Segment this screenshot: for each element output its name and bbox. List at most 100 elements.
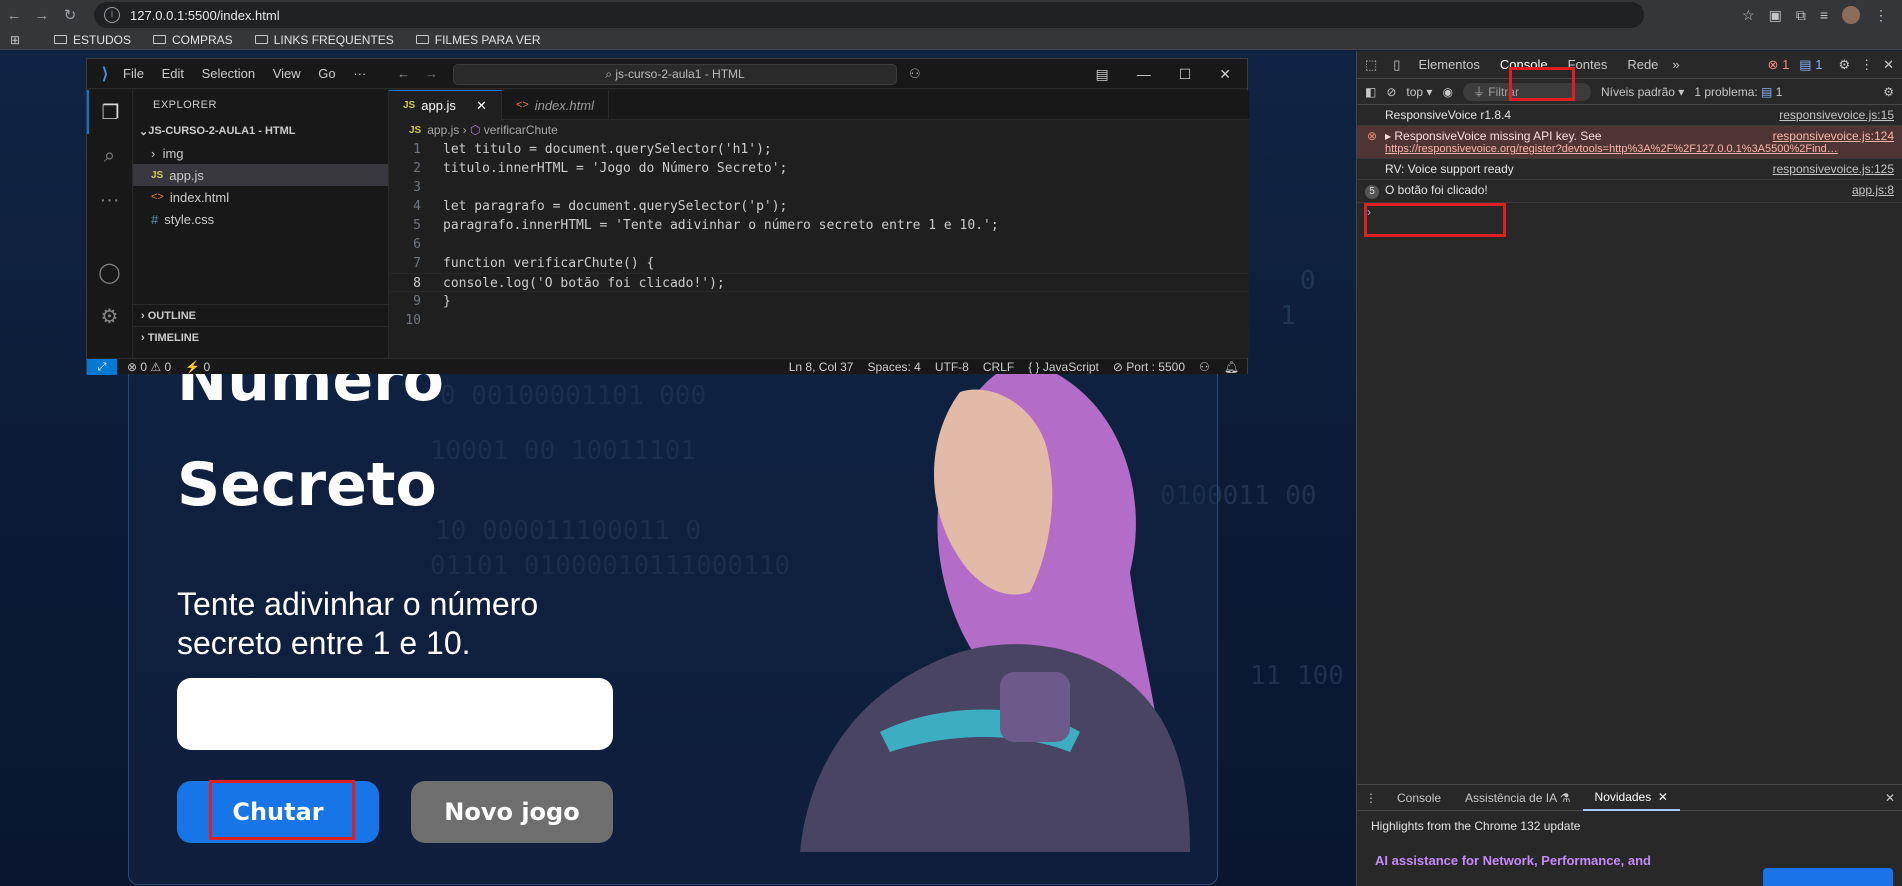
extension-icon[interactable]: ▣	[1769, 7, 1782, 24]
js-file-icon: JS	[151, 169, 164, 181]
avatar[interactable]	[1842, 6, 1860, 24]
encoding[interactable]: UTF-8	[935, 360, 969, 374]
account-icon[interactable]: ◯	[87, 250, 132, 294]
close-tab-icon[interactable]: ✕	[1658, 790, 1668, 804]
close-tab-icon[interactable]: ✕	[476, 98, 487, 114]
kebab-menu-icon[interactable]: ⋮	[1860, 57, 1873, 73]
error-count-icon[interactable]: ⊗ 1	[1768, 57, 1790, 73]
forward-arrow-icon[interactable]: →	[425, 66, 438, 81]
maximize-icon[interactable]: ☐	[1179, 66, 1192, 83]
explorer-icon[interactable]: ❐	[87, 90, 132, 134]
more-tabs-icon[interactable]: »	[1668, 57, 1683, 72]
site-info-icon[interactable]: i	[104, 7, 120, 23]
cursor-position[interactable]: Ln 8, Col 37	[789, 360, 854, 374]
address-bar[interactable]: i 127.0.0.1:5500/index.html	[94, 2, 1644, 28]
gear-icon[interactable]: ⚙	[87, 294, 132, 338]
menu-view[interactable]: View	[273, 66, 301, 81]
browser-actions: ☆ ▣ ⧉ ≡ ⋮	[1742, 0, 1902, 30]
code-editor[interactable]: 1 let titulo = document.querySelector('h1…	[389, 140, 1249, 330]
drawer-tab-ai[interactable]: Assistência de IA ⚗	[1453, 791, 1583, 805]
close-icon[interactable]: ✕	[1883, 57, 1894, 73]
tab-indexhtml[interactable]: <> index.html	[502, 90, 609, 120]
bookmark-folder[interactable]: FILMES PARA VER	[415, 33, 541, 47]
tab-appjs[interactable]: JS app.js ✕	[389, 90, 502, 120]
media-icon[interactable]: ≡	[1820, 7, 1828, 23]
menu-more[interactable]: ···	[353, 66, 366, 81]
layout-icon[interactable]: ▤	[1095, 66, 1108, 83]
source-link[interactable]: responsivevoice.js:124	[1773, 129, 1894, 143]
devtools-panel: ⬚ ▯ Elementos Console Fontes Rede » ⊗ 1 …	[1356, 51, 1902, 886]
inspect-icon[interactable]: ⬚	[1357, 57, 1385, 73]
tab-network[interactable]: Rede	[1617, 51, 1668, 79]
folder-icon	[254, 35, 268, 44]
tree-file-indexhtml[interactable]: <> index.html	[133, 186, 388, 208]
window-controls: ▤ — ☐ ✕	[1095, 59, 1247, 89]
new-game-button[interactable]: Novo jogo	[411, 781, 613, 843]
clear-console-icon[interactable]: ⊘	[1386, 85, 1396, 99]
forward-icon[interactable]: →	[28, 7, 56, 24]
menu-go[interactable]: Go	[318, 66, 335, 81]
menu-icon[interactable]: ⋮	[1874, 7, 1888, 24]
gear-icon[interactable]: ⚙	[1838, 57, 1850, 73]
device-icon[interactable]: ▯	[1385, 57, 1408, 73]
source-link[interactable]: app.js:8	[1852, 183, 1894, 199]
copilot-icon[interactable]: ⚇	[909, 66, 921, 82]
close-icon[interactable]: ✕	[1219, 66, 1231, 83]
bell-icon[interactable]: 🔔︎	[1224, 360, 1239, 374]
remote-icon[interactable]: ⤢	[87, 358, 117, 375]
tree-folder-img[interactable]: › img	[133, 142, 388, 164]
drawer-tab-whatsnew[interactable]: Novidades ✕	[1582, 785, 1680, 811]
bookmark-folder[interactable]: LINKS FREQUENTES	[254, 33, 394, 47]
minimize-icon[interactable]: —	[1137, 66, 1151, 82]
message-count-icon[interactable]: ▤ 1	[1799, 57, 1822, 73]
more-icon[interactable]: ···	[87, 178, 132, 222]
close-drawer-icon[interactable]: ✕	[1885, 791, 1895, 805]
page-title-line2: Secreto	[177, 450, 437, 520]
outline-section[interactable]: › OUTLINE	[133, 304, 388, 326]
drawer-menu-icon[interactable]: ⋮	[1357, 791, 1385, 805]
source-link[interactable]: responsivevoice.js:125	[1773, 162, 1894, 176]
vscode-menu: File Edit Selection View Go ···	[123, 66, 380, 81]
binary-background: 11 100	[1250, 661, 1344, 691]
eye-icon[interactable]: ◉	[1442, 85, 1452, 99]
search-icon[interactable]: ⌕	[87, 134, 132, 178]
console-settings-icon[interactable]: ⚙	[1883, 85, 1894, 99]
bookmark-folder[interactable]: ESTUDOS	[54, 33, 131, 47]
sidebar-toggle-icon[interactable]: ◧	[1365, 85, 1376, 99]
indentation[interactable]: Spaces: 4	[867, 360, 920, 374]
live-server-port[interactable]: ⊘ Port : 5500	[1113, 360, 1185, 374]
back-icon[interactable]: ←	[0, 7, 28, 24]
menu-file[interactable]: File	[123, 66, 144, 81]
context-select[interactable]: top ▾	[1406, 85, 1432, 99]
menu-selection[interactable]: Selection	[202, 66, 255, 81]
line-ending[interactable]: CRLF	[983, 360, 1014, 374]
drawer-tab-console[interactable]: Console	[1385, 791, 1453, 805]
star-icon[interactable]: ☆	[1742, 7, 1755, 24]
highlight-box	[209, 780, 355, 840]
apps-icon[interactable]: ⊞	[0, 33, 30, 47]
explorer-sidebar: EXPLORER ⌄ JS-CURSO-2-AULA1 - HTML › img…	[133, 90, 389, 358]
editor-area: JS app.js ✕ <> index.html JS app.js › ⬡ ver…	[389, 90, 1249, 358]
tab-elements[interactable]: Elementos	[1408, 51, 1489, 79]
tree-file-appjs[interactable]: JS app.js	[133, 164, 388, 186]
copilot-status-icon[interactable]: ⚇	[1199, 360, 1210, 374]
bookmark-folder[interactable]: COMPRAS	[153, 33, 233, 47]
api-key-link[interactable]: https://responsivevoice.org/register?dev…	[1385, 143, 1894, 155]
source-link[interactable]: responsivevoice.js:15	[1779, 108, 1894, 122]
issues-count[interactable]: 1 problema: ▤ 1	[1694, 85, 1782, 99]
project-folder[interactable]: ⌄ JS-CURSO-2-AULA1 - HTML	[133, 120, 388, 142]
timeline-section[interactable]: › TIMELINE	[133, 326, 388, 348]
command-center-search[interactable]: ⌕ js-curso-2-aula1 - HTML	[453, 64, 897, 85]
status-bar: ⤢ ⊗ 0 ⚠ 0 ⚡ 0 Ln 8, Col 37 Spaces: 4 UTF…	[87, 358, 1247, 375]
code-line: 6	[413, 237, 421, 252]
puzzle-icon[interactable]: ⧉	[1796, 7, 1806, 24]
tree-file-stylecss[interactable]: # style.css	[133, 208, 388, 230]
back-arrow-icon[interactable]: ←	[397, 66, 410, 81]
ports-indicator[interactable]: ⚡ 0	[185, 360, 210, 374]
guess-input[interactable]	[177, 678, 613, 750]
reload-icon[interactable]: ↻	[56, 6, 84, 24]
problems-indicator[interactable]: ⊗ 0 ⚠ 0	[127, 360, 171, 374]
menu-edit[interactable]: Edit	[162, 66, 184, 81]
levels-select[interactable]: Níveis padrão ▾	[1601, 85, 1684, 99]
language-mode[interactable]: { } JavaScript	[1028, 360, 1099, 374]
